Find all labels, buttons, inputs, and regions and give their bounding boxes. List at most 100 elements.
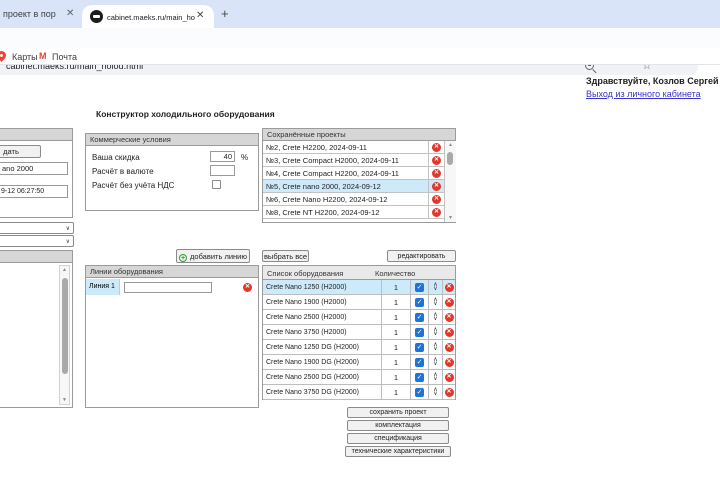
equipment-row[interactable]: Crete Nano 2500 DG (H2000) 1 ✓ ∧ ∨ ✕ xyxy=(263,370,455,385)
close-icon[interactable]: ✕ xyxy=(66,8,74,19)
arrow-down-icon[interactable]: ∨ xyxy=(433,331,437,336)
equipment-checkbox[interactable]: ✓ xyxy=(415,342,424,352)
saved-project-row[interactable]: №3, Crete Compact H2000, 2024-09-11 ✕ xyxy=(263,154,444,167)
delete-project-button[interactable]: ✕ xyxy=(432,207,441,217)
line-title-input[interactable] xyxy=(124,281,212,293)
bookmark-mail[interactable]: Почта xyxy=(52,52,77,62)
equipment-row[interactable]: Crete Nano 3750 (H2000) 1 ✓ ∧ ∨ ✕ xyxy=(263,325,455,340)
tab-cabinet[interactable]: cabinet.maeks.ru/main_holod.h ✕ xyxy=(82,5,214,28)
new-tab-button[interactable]: + xyxy=(221,6,229,21)
quantity-stepper[interactable]: ∧ ∨ xyxy=(428,340,442,354)
delete-equipment-button[interactable]: ✕ xyxy=(444,312,454,322)
currency-input[interactable] xyxy=(210,165,235,176)
specification-button[interactable]: спецификация xyxy=(347,433,449,444)
equipment-checkbox[interactable]: ✓ xyxy=(415,297,424,307)
project-name-input[interactable] xyxy=(0,162,68,175)
save-project-button[interactable]: сохранить проект xyxy=(347,407,449,418)
arrow-down-icon[interactable]: ∨ xyxy=(433,391,437,396)
arrow-down-icon[interactable]: ∨ xyxy=(433,301,437,306)
quantity-stepper[interactable]: ∧ ∨ xyxy=(428,310,442,324)
tab-project[interactable]: проект в пор ✕ xyxy=(0,0,80,28)
quantity-stepper[interactable]: ∧ ∨ xyxy=(428,325,442,339)
close-icon[interactable]: ✕ xyxy=(196,10,204,21)
delete-project-button[interactable]: ✕ xyxy=(432,155,441,165)
equipment-row[interactable]: Crete Nano 2500 (H2000) 1 ✓ ∧ ∨ ✕ xyxy=(263,310,455,325)
saved-project-row[interactable]: №8, Crete NT H2200, 2024-09-12 ✕ xyxy=(263,206,444,219)
saved-project-label: №5, Crete nano 2000, 2024-09-12 xyxy=(266,181,381,191)
saved-project-row[interactable]: №4, Crete Compact H2200, 2024-09-11 ✕ xyxy=(263,167,444,180)
delete-equipment-button[interactable]: ✕ xyxy=(444,357,454,367)
equipment-qty: 1 xyxy=(381,340,410,354)
scroll-up-icon[interactable]: ▲ xyxy=(445,142,456,148)
bookmark-maps[interactable]: Карты xyxy=(12,52,38,62)
check-icon: ✓ xyxy=(416,373,423,381)
equipment-row[interactable]: Crete Nano 3750 DG (H2000) 1 ✓ ∧ ∨ ✕ xyxy=(263,385,455,400)
add-line-button[interactable]: + добавить линию xyxy=(176,249,250,263)
arrow-down-icon[interactable]: ∨ xyxy=(433,316,437,321)
equipment-qty: 1 xyxy=(381,280,410,294)
project-timestamp-input[interactable] xyxy=(0,185,68,198)
quantity-stepper[interactable]: ∧ ∨ xyxy=(428,370,442,384)
saved-project-row[interactable]: №2, Crete H2200, 2024-09-11 ✕ xyxy=(263,141,444,154)
quantity-stepper[interactable]: ∧ ∨ xyxy=(428,295,442,309)
quantity-stepper[interactable]: ∧ ∨ xyxy=(428,385,442,399)
delete-equipment-button[interactable]: ✕ xyxy=(444,372,454,382)
equipment-qty: 1 xyxy=(381,370,410,384)
column-header-name: Список оборудования xyxy=(267,269,344,278)
equipment-checkbox[interactable]: ✓ xyxy=(415,312,424,322)
discount-input[interactable] xyxy=(210,151,235,162)
arrow-down-icon[interactable]: ∨ xyxy=(433,286,437,291)
delete-equipment-button[interactable]: ✕ xyxy=(444,342,454,352)
delete-equipment-button[interactable]: ✕ xyxy=(444,282,454,292)
tech-specs-button[interactable]: технические характеристики xyxy=(344,446,452,457)
delete-equipment-button[interactable]: ✕ xyxy=(444,387,454,397)
arrow-down-icon[interactable]: ∨ xyxy=(433,361,437,366)
delete-icon: ✕ xyxy=(446,373,452,380)
saved-project-row[interactable]: №6, Crete Nano H2200, 2024-09-12 ✕ xyxy=(263,193,444,206)
equipment-name: Crete Nano 1900 DG (H2000) xyxy=(266,358,359,366)
quantity-stepper[interactable]: ∧ ∨ xyxy=(428,355,442,369)
equipment-row[interactable]: Crete Nano 1900 (H2000) 1 ✓ ∧ ∨ ✕ xyxy=(263,295,455,310)
equipment-checkbox[interactable]: ✓ xyxy=(415,387,424,397)
equipment-checkbox[interactable]: ✓ xyxy=(415,372,424,382)
scroll-down-icon[interactable]: ▼ xyxy=(60,397,69,403)
delete-equipment-button[interactable]: ✕ xyxy=(444,327,454,337)
left-dropdown-1[interactable]: ∨ xyxy=(0,222,74,234)
configuration-button[interactable]: комплектация xyxy=(347,420,449,431)
select-all-button[interactable]: выбрать все xyxy=(262,250,309,262)
delete-project-cell: ✕ xyxy=(428,180,444,192)
scrollbar-thumb[interactable] xyxy=(447,152,453,165)
create-project-button[interactable]: дать xyxy=(0,145,41,158)
equipment-checkbox[interactable]: ✓ xyxy=(415,357,424,367)
line-row[interactable]: Линия 1 ✕ xyxy=(86,279,258,295)
check-icon: ✓ xyxy=(416,313,423,321)
equipment-checkbox[interactable]: ✓ xyxy=(415,282,424,292)
delete-project-button[interactable]: ✕ xyxy=(432,142,441,152)
scrollbar[interactable]: ▲ ▼ xyxy=(59,265,70,405)
edit-line-button[interactable]: редактировать линию xyxy=(387,250,456,271)
equipment-checkbox[interactable]: ✓ xyxy=(415,327,424,337)
bookmarks-bar: Карты M Почта xyxy=(0,48,720,65)
delete-equipment-button[interactable]: ✕ xyxy=(444,297,454,307)
equipment-row[interactable]: Crete Nano 1900 DG (H2000) 1 ✓ ∧ ∨ ✕ xyxy=(263,355,455,370)
delete-project-button[interactable]: ✕ xyxy=(432,194,441,204)
vat-checkbox[interactable] xyxy=(212,180,221,189)
saved-project-row[interactable]: №5, Crete nano 2000, 2024-09-12 ✕ xyxy=(263,180,444,193)
arrow-down-icon[interactable]: ∨ xyxy=(433,376,437,381)
delete-line-button[interactable]: ✕ xyxy=(243,282,252,292)
delete-project-button[interactable]: ✕ xyxy=(432,168,441,178)
delete-project-button[interactable]: ✕ xyxy=(432,181,441,191)
logout-link[interactable]: Выход из личного кабинета xyxy=(586,89,701,99)
panel-title: Коммерческие условия xyxy=(86,134,258,146)
scrollbar-thumb[interactable] xyxy=(62,278,68,374)
left-dropdown-2[interactable]: ∨ xyxy=(0,235,74,247)
scroll-up-icon[interactable]: ▲ xyxy=(60,267,69,273)
arrow-down-icon[interactable]: ∨ xyxy=(433,346,437,351)
scroll-down-icon[interactable]: ▼ xyxy=(445,215,456,221)
saved-project-label: №4, Crete Compact H2200, 2024-09-11 xyxy=(266,168,399,178)
scrollbar[interactable]: ▲ ▼ xyxy=(444,141,456,222)
quantity-stepper[interactable]: ∧ ∨ xyxy=(428,280,442,294)
equipment-row[interactable]: Crete Nano 1250 DG (H2000) 1 ✓ ∧ ∨ ✕ xyxy=(263,340,455,355)
delete-icon: ✕ xyxy=(433,195,440,202)
equipment-row[interactable]: Crete Nano 1250 (H2000) 1 ✓ ∧ ∨ ✕ xyxy=(263,280,455,295)
